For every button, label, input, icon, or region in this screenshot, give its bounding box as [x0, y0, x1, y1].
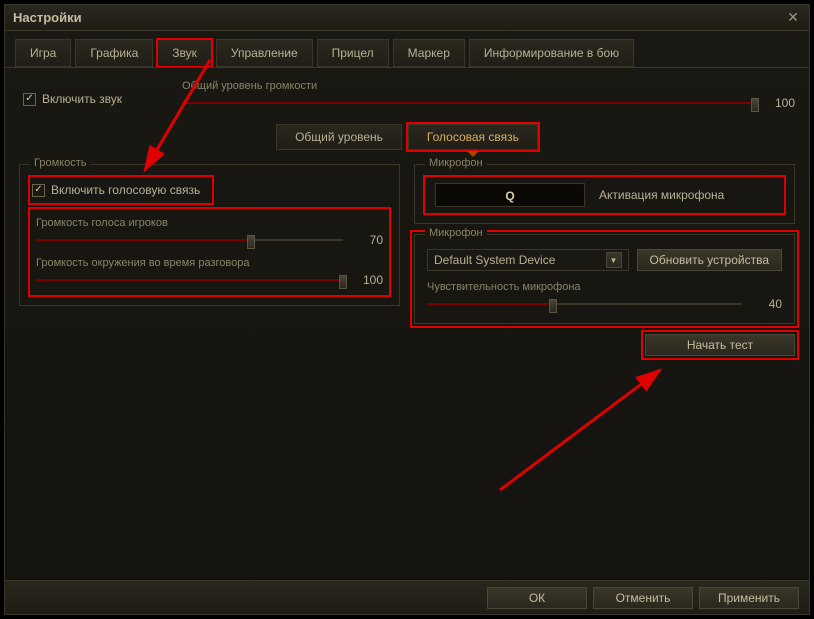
- mic-device-select[interactable]: Default System Device ▼: [427, 249, 629, 271]
- mic-key-input[interactable]: Q: [435, 183, 585, 207]
- mic-sensitivity-slider[interactable]: [427, 297, 742, 311]
- enable-voice-checkbox[interactable]: [32, 184, 45, 197]
- players-voice-value: 70: [353, 233, 383, 247]
- master-volume-value: 100: [765, 96, 795, 110]
- close-icon[interactable]: ✕: [785, 10, 801, 26]
- refresh-devices-button[interactable]: Обновить устройства: [637, 249, 783, 271]
- ok-button[interactable]: ОК: [487, 587, 587, 609]
- mic-legend: Микрофон: [425, 157, 487, 169]
- tab-controls[interactable]: Управление: [216, 39, 313, 67]
- dropdown-arrow-icon: ▼: [606, 252, 622, 268]
- apply-button[interactable]: Применить: [699, 587, 799, 609]
- titlebar: Настройки ✕: [5, 5, 809, 31]
- subtab-voice[interactable]: Голосовая связь: [408, 124, 538, 150]
- main-tabs: Игра Графика Звук Управление Прицел Марк…: [5, 31, 809, 67]
- enable-voice-row: Включить голосовую связь: [32, 179, 210, 201]
- volume-fieldset: Громкость Включить голосовую связь Громк…: [19, 164, 400, 306]
- tab-marker[interactable]: Маркер: [393, 39, 465, 67]
- mic-activation-row: Q Активация микрофона: [427, 179, 782, 211]
- cancel-button[interactable]: Отменить: [593, 587, 693, 609]
- sub-tabs: Общий уровень Голосовая связь: [19, 124, 795, 150]
- tab-feedback[interactable]: Информирование в бою: [469, 39, 634, 67]
- tab-reticle[interactable]: Прицел: [317, 39, 389, 67]
- enable-sound-label: Включить звук: [42, 92, 122, 106]
- ambient-talk-label: Громкость окружения во время разговора: [36, 257, 383, 269]
- tab-game[interactable]: Игра: [15, 39, 71, 67]
- start-test-button[interactable]: Начать тест: [645, 334, 795, 356]
- mic-device-fieldset: Микрофон Default System Device ▼ Обновит…: [414, 234, 795, 324]
- enable-sound-checkbox[interactable]: [23, 93, 36, 106]
- master-volume-slider[interactable]: [182, 96, 755, 110]
- ambient-talk-value: 100: [353, 273, 383, 287]
- mic-fieldset: Микрофон Q Активация микрофона: [414, 164, 795, 224]
- players-voice-label: Громкость голоса игроков: [36, 217, 383, 229]
- mic-sensitivity-label: Чувствительность микрофона: [427, 281, 782, 293]
- mic-device-selected: Default System Device: [434, 253, 555, 267]
- settings-window: Настройки ✕ Игра Графика Звук Управление…: [4, 4, 810, 615]
- tab-graphics[interactable]: Графика: [75, 39, 153, 67]
- enable-sound-row: Включить звук: [19, 80, 122, 110]
- subtab-general[interactable]: Общий уровень: [276, 124, 402, 150]
- tab-sound[interactable]: Звук: [157, 39, 212, 67]
- mic-sensitivity-value: 40: [752, 297, 782, 311]
- footer: ОК Отменить Применить: [5, 580, 809, 614]
- mic-device-legend: Микрофон: [425, 227, 487, 239]
- players-voice-slider[interactable]: [36, 233, 343, 247]
- content-area: Включить звук Общий уровень громкости 10…: [5, 67, 809, 578]
- enable-voice-label: Включить голосовую связь: [51, 183, 200, 197]
- master-volume-label: Общий уровень громкости: [182, 80, 795, 92]
- volume-legend: Громкость: [30, 157, 90, 169]
- window-title: Настройки: [13, 10, 785, 25]
- mic-activate-label: Активация микрофона: [599, 188, 724, 202]
- ambient-talk-slider[interactable]: [36, 273, 343, 287]
